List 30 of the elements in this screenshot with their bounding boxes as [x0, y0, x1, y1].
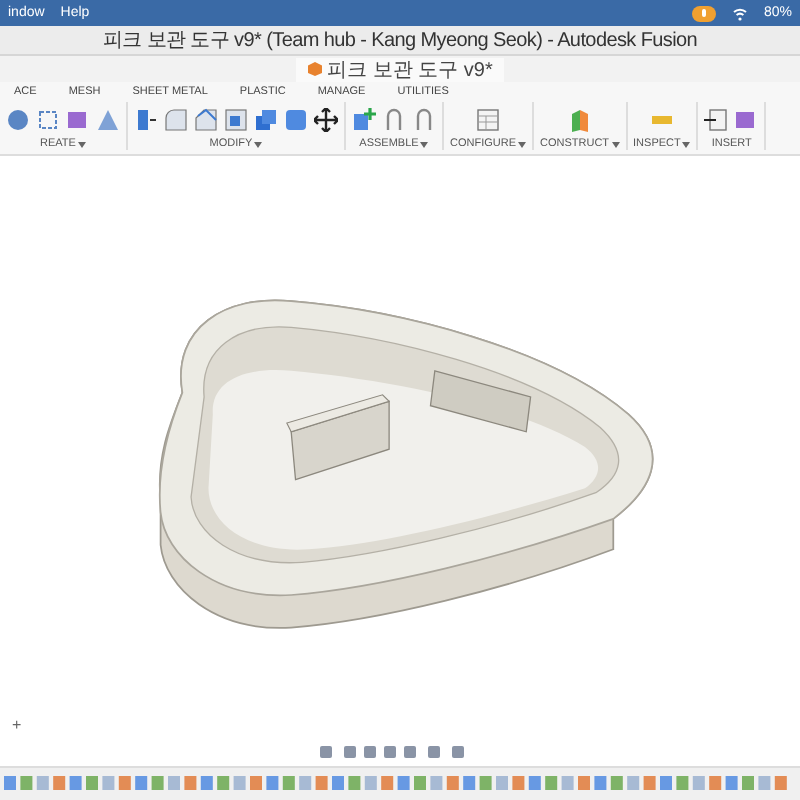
table-icon[interactable]	[476, 108, 500, 132]
add-button[interactable]: +	[8, 716, 26, 734]
move-icon[interactable]	[314, 108, 338, 132]
joint-icon[interactable]	[382, 108, 406, 132]
chamfer-icon[interactable]	[194, 108, 218, 132]
box-icon[interactable]	[734, 108, 759, 132]
caret-icon	[611, 141, 620, 147]
document-title: 피크 보관 도구 v9*	[327, 57, 493, 83]
combine-icon[interactable]	[254, 108, 278, 132]
caret-icon	[254, 141, 263, 147]
triangle-icon[interactable]	[96, 108, 120, 132]
sketch-icon[interactable]	[36, 108, 60, 132]
sphere-icon[interactable]	[6, 108, 30, 132]
window-title: 피크 보관 도구 v9* (Team hub - Kang Myeong Seok) - Autodesk Fusion	[102, 28, 698, 54]
document-tab[interactable]: 피크 보관 도구 v9*	[295, 57, 505, 81]
shell-icon[interactable]	[224, 108, 248, 132]
joint-icon[interactable]	[412, 108, 436, 132]
caret-icon	[77, 141, 86, 147]
fillet-icon[interactable]	[164, 108, 188, 132]
press-pull-icon[interactable]	[134, 108, 158, 132]
caret-icon	[518, 141, 526, 147]
box-icon[interactable]	[66, 108, 90, 132]
caret-icon	[682, 141, 691, 147]
insert-icon[interactable]	[704, 108, 729, 132]
microphone-icon[interactable]	[691, 5, 716, 21]
caret-icon	[420, 141, 429, 147]
cube-icon	[307, 62, 322, 76]
wifi-icon[interactable]	[731, 5, 748, 21]
plane-icon[interactable]	[567, 108, 592, 132]
new-component-icon[interactable]	[352, 108, 376, 132]
